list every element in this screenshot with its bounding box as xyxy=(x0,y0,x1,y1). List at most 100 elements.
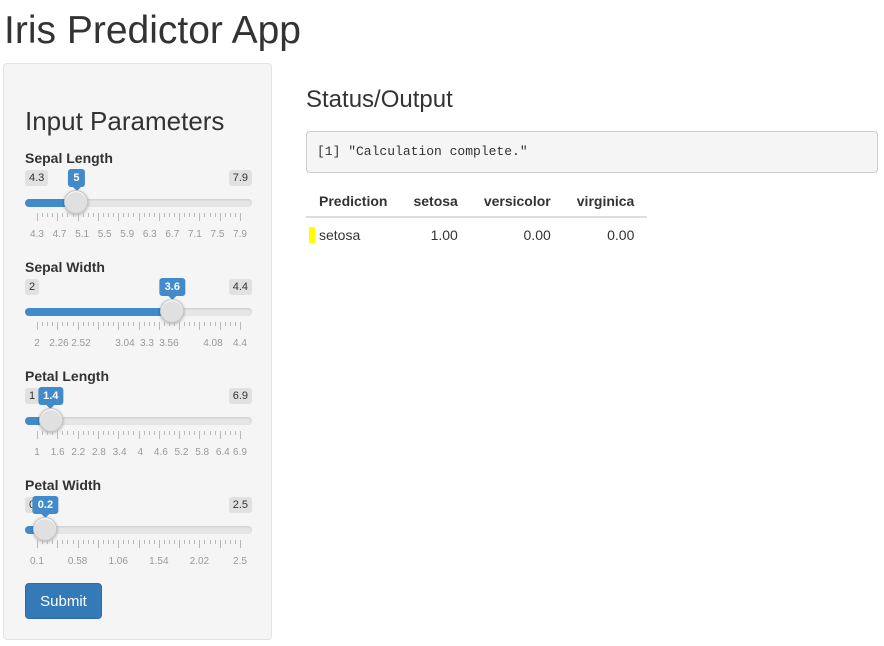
sepal-width-slider[interactable]: Sepal Width 2 4.4 3.6 2 2.26 2.52 3.04 3.3 3.… xyxy=(25,258,252,358)
slider-tick xyxy=(128,540,130,544)
slider-tick xyxy=(133,540,135,544)
slider-tick xyxy=(97,322,99,330)
slider-tick xyxy=(62,322,64,326)
slider-tick xyxy=(82,322,84,326)
slider-tick xyxy=(57,431,59,439)
slider-tick-label: 5.1 xyxy=(75,229,90,240)
slider-tick xyxy=(47,213,49,217)
slider-tick xyxy=(229,431,231,435)
slider-tick xyxy=(108,431,110,435)
slider-tick xyxy=(163,431,165,435)
slider-tick-label: 0.1 xyxy=(30,556,44,567)
slider-tick xyxy=(168,431,170,435)
slider-label: Sepal Length xyxy=(25,150,113,166)
slider-tick xyxy=(133,431,135,435)
slider-tick xyxy=(214,322,216,326)
slider-tick xyxy=(179,213,181,221)
slider-handle[interactable] xyxy=(64,190,89,214)
slider-tick xyxy=(37,431,38,439)
slider-tick xyxy=(158,213,160,221)
slider-tick xyxy=(219,322,221,330)
highlight-marker xyxy=(309,227,315,243)
slider-tick xyxy=(57,213,59,221)
slider-tick xyxy=(82,213,84,217)
slider-tick xyxy=(37,213,38,221)
slider-tick xyxy=(143,213,145,217)
slider-tick xyxy=(138,540,140,548)
slider-track[interactable] xyxy=(25,308,252,316)
slider-tick-label: 4.4 xyxy=(233,338,247,349)
slider-tick xyxy=(47,322,49,326)
slider-track[interactable] xyxy=(25,199,252,207)
slider-tick xyxy=(174,431,176,435)
slider-tick xyxy=(123,540,125,544)
slider-tick xyxy=(153,540,155,544)
slider-tick-label: 0.58 xyxy=(67,556,88,567)
slider-tick xyxy=(87,431,89,435)
slider-tick xyxy=(62,540,64,544)
slider-handle[interactable] xyxy=(38,408,63,432)
slider-tick xyxy=(234,431,236,435)
slider-tick xyxy=(209,322,211,326)
slider-tick-label: 7.5 xyxy=(210,229,225,240)
slider-tick-label: 6.7 xyxy=(165,229,180,240)
slider-tick xyxy=(138,213,140,221)
sepal-length-slider[interactable]: Sepal Length 4.3 7.9 5 4.3 4.7 5.1 5.5 5.9 6.… xyxy=(25,149,252,249)
slider-tick xyxy=(102,213,104,217)
slider-tick xyxy=(153,431,155,435)
slider-tick xyxy=(174,213,176,217)
slider-tick xyxy=(240,213,241,221)
slider-tick xyxy=(133,213,135,217)
slider-tick-label: 5.5 xyxy=(97,229,112,240)
slider-tick-label: 7.1 xyxy=(187,229,202,240)
slider-tick xyxy=(204,540,206,544)
slider-tick xyxy=(189,540,191,544)
slider-tick xyxy=(82,540,84,544)
slider-tick xyxy=(234,322,236,326)
slider-tick xyxy=(92,431,94,435)
slider-handle[interactable] xyxy=(160,299,185,323)
header-versicolor: versicolor xyxy=(470,186,564,218)
petal-length-slider[interactable]: Petal Length 1 6.9 1.4 1 1.6 2.2 2.8 3.4 4 4.6… xyxy=(25,367,252,467)
slider-label: Petal Length xyxy=(25,368,110,384)
slider-tick xyxy=(179,431,181,439)
slider-tick xyxy=(57,540,59,548)
slider-tick xyxy=(209,431,211,435)
slider-tick xyxy=(214,213,216,217)
slider-tick xyxy=(123,431,125,435)
slider-tick xyxy=(158,431,160,439)
slider-tick-label: 6.4 xyxy=(215,447,230,458)
slider-max-badge: 2.5 xyxy=(228,497,252,513)
slider-tick xyxy=(229,540,231,544)
slider-tick xyxy=(184,213,186,217)
table-row: setosa 1.00 0.00 0.00 xyxy=(306,217,647,252)
slider-tick xyxy=(224,431,226,435)
petal-width-slider[interactable]: Petal Width 0.1 2.5 0.2 0.10.581.061.542… xyxy=(25,476,252,576)
slider-tick xyxy=(148,540,150,544)
slider-tick xyxy=(67,213,69,217)
slider-tick xyxy=(224,540,226,544)
slider-tick xyxy=(153,322,155,326)
slider-tick-label: 2.26 xyxy=(49,338,69,349)
slider-tick xyxy=(199,213,201,221)
sidebar-panel: Input Parameters Sepal Length 4.3 7.9 5 … xyxy=(3,63,272,640)
slider-tick-label: 3.3 xyxy=(140,338,154,349)
slider-label: Petal Width xyxy=(25,477,102,493)
slider-track[interactable] xyxy=(25,526,252,534)
slider-handle[interactable] xyxy=(33,517,58,541)
submit-button[interactable]: Submit xyxy=(25,583,102,619)
slider-tick xyxy=(92,540,94,544)
slider-tick xyxy=(229,322,231,326)
slider-tick xyxy=(97,540,99,548)
slider-label: Sepal Width xyxy=(25,259,105,275)
slider-tick xyxy=(57,322,59,330)
slider-value-badge: 3.6 xyxy=(159,278,185,300)
status-output-text: [1] "Calculation complete." xyxy=(306,131,878,173)
slider-tick xyxy=(42,213,44,217)
slider-tick xyxy=(229,213,231,217)
slider-tick-label: 6.9 xyxy=(233,447,247,458)
slider-tick xyxy=(67,322,69,326)
cell-virginica: 0.00 xyxy=(607,227,635,243)
slider-tick xyxy=(67,540,69,544)
slider-tick xyxy=(219,431,221,439)
